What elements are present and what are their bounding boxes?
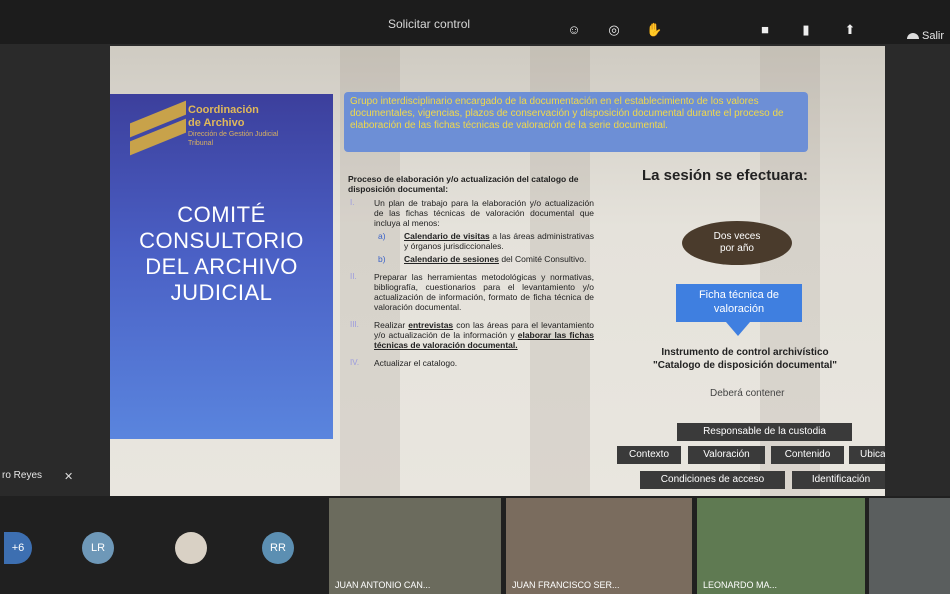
tag-contexto: Contexto: [617, 446, 681, 464]
process-list: Proceso de elaboración y/o actualización…: [348, 174, 594, 376]
participant-name: LEONARDO MA...: [703, 580, 778, 590]
session-title: La sesión se efectuara:: [642, 167, 808, 184]
process-heading: Proceso de elaboración y/o actualización…: [348, 174, 579, 194]
ficha-box: Ficha técnica de valoración: [676, 284, 802, 322]
definition-box: Grupo interdisciplinario encargado de la…: [344, 92, 808, 152]
logo-text: Coordinación de Archivo Dirección de Ges…: [188, 104, 279, 147]
participant-tile[interactable]: LEONARDO MA...: [697, 498, 865, 594]
reaction-icon[interactable]: ☺: [566, 23, 582, 36]
process-item: I. Un plan de trabajo para la elaboració…: [350, 198, 594, 264]
camera-icon[interactable]: ■: [757, 23, 773, 36]
tag-responsable: Responsable de la custodia: [677, 423, 852, 441]
meeting-top-bar: Solicitar control ☺ ◎ ✋ ■ ▮ ⬆ Salir: [0, 0, 950, 44]
participant-name: JUAN FRANCISCO SER...: [512, 580, 620, 590]
committee-title: COMITÉ CONSULTORIO DEL ARCHIVO JUDICIAL: [139, 202, 304, 305]
tag-ubicacion: Ubicación: [849, 446, 885, 464]
tag-identificacion: Identificación: [792, 471, 885, 489]
sub-item: b) Calendario de sesiones del Comité Con…: [378, 254, 587, 264]
leave-button[interactable]: Salir: [906, 30, 944, 42]
participant-tile[interactable]: [869, 498, 950, 594]
down-arrow-icon: [726, 322, 750, 336]
process-item: III. Realizar entrevistas con las áreas …: [350, 320, 594, 350]
committee-panel: Coordinación de Archivo Dirección de Ges…: [110, 94, 333, 439]
hand-icon[interactable]: ✋: [646, 23, 662, 36]
must-contain-label: Deberá contener: [710, 388, 785, 399]
participant-tile[interactable]: JUAN FRANCISCO SER...: [506, 498, 692, 594]
mic-icon[interactable]: ▮: [798, 23, 814, 36]
mic-off-icon: ✕: [64, 471, 74, 483]
tag-condiciones: Condiciones de acceso: [640, 471, 785, 489]
share-icon[interactable]: ⬆: [842, 23, 858, 36]
participant-avatar-lr[interactable]: LR: [82, 532, 114, 564]
frequency-oval: Dos veces por año: [682, 221, 792, 265]
tag-valoracion: Valoración: [688, 446, 765, 464]
participant-tile[interactable]: JUAN ANTONIO CAN...: [329, 498, 501, 594]
process-item: II. Preparar las herramientas metodológi…: [350, 272, 594, 312]
request-control-label[interactable]: Solicitar control: [388, 17, 470, 31]
presentation-slide: Coordinación de Archivo Dirección de Ges…: [110, 46, 885, 498]
instrument-label: Instrumento de control archivístico "Cat…: [653, 347, 837, 371]
participant-avatar-photo[interactable]: [175, 532, 207, 564]
record-icon[interactable]: ◎: [606, 23, 622, 36]
participant-name: JUAN ANTONIO CAN...: [335, 580, 431, 590]
participant-avatar-rr[interactable]: RR: [262, 532, 294, 564]
tag-contenido: Contenido: [771, 446, 844, 464]
presenter-name: ro Reyes: [2, 470, 43, 481]
leave-label: Salir: [921, 30, 944, 42]
process-item: IV. Actualizar el catalogo.: [350, 358, 458, 368]
sub-item: a) Calendario de visitas a las áreas adm…: [378, 231, 594, 251]
phone-icon: [906, 33, 919, 40]
